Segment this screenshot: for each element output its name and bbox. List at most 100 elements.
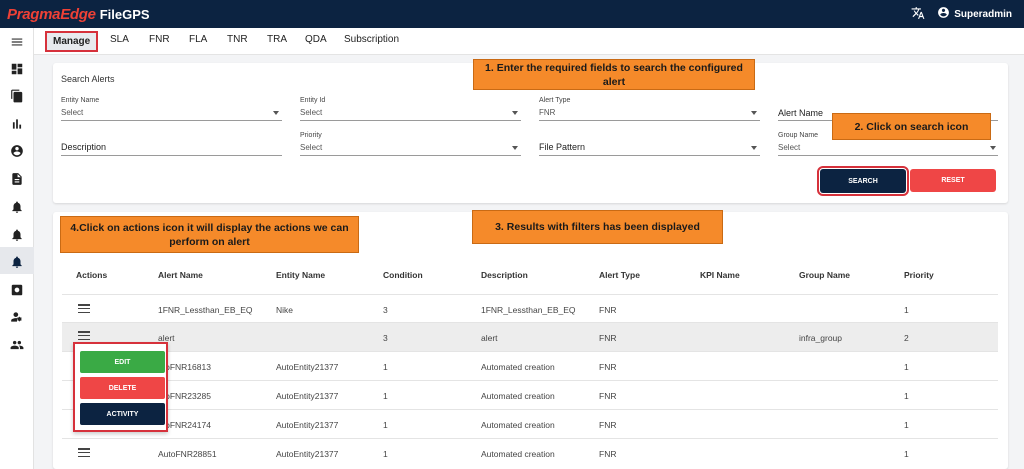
tab-tnr[interactable]: TNR: [227, 34, 248, 45]
cell-entity-name: AutoEntity21377: [276, 362, 339, 372]
actions-menu-icon[interactable]: [78, 448, 90, 457]
chevron-down-icon: [751, 111, 757, 115]
tab-fnr[interactable]: FNR: [149, 34, 170, 45]
priority-select[interactable]: Select: [300, 143, 322, 152]
cell-alert-type: FNR: [599, 420, 617, 430]
menu-icon[interactable]: [9, 34, 25, 50]
chevron-down-icon: [990, 146, 996, 150]
alert-type-select[interactable]: FNR: [539, 108, 555, 117]
bell-ring-icon[interactable]: [9, 199, 25, 215]
cell-priority: 1: [904, 362, 909, 372]
column-header-alert-name: Alert Name: [158, 270, 203, 280]
dashboard-icon[interactable]: [9, 61, 25, 77]
search-alerts-title: Search Alerts: [61, 74, 115, 84]
cell-alert-type: FNR: [599, 391, 617, 401]
group-name-label: Group Name: [778, 132, 819, 139]
alert-name-input[interactable]: Alert Name: [778, 108, 823, 118]
column-header-priority: Priority: [904, 270, 934, 280]
column-header-condition: Condition: [383, 270, 423, 280]
actions-popup-menu: EDIT DELETE ACTIVITY: [73, 342, 168, 432]
cell-description: alert: [481, 333, 498, 343]
edit-button[interactable]: EDIT: [80, 351, 165, 373]
description-underline: [61, 155, 282, 156]
cell-priority: 1: [904, 391, 909, 401]
chevron-down-icon: [512, 146, 518, 150]
entity-id-select[interactable]: Select: [300, 108, 322, 117]
actions-menu-icon[interactable]: [78, 331, 90, 340]
bar-chart-icon[interactable]: [9, 116, 25, 132]
cell-alert-type: FNR: [599, 362, 617, 372]
callout-step-4: 4.Click on actions icon it will display …: [60, 216, 359, 253]
column-header-description: Description: [481, 270, 528, 280]
cell-condition: 1: [383, 362, 388, 372]
cell-entity-name: AutoEntity21377: [276, 449, 339, 459]
cell-entity-name: AutoEntity21377: [276, 391, 339, 401]
settings-icon[interactable]: [9, 282, 25, 298]
column-header-kpi-name: KPI Name: [700, 270, 740, 280]
cell-priority: 1: [904, 305, 909, 315]
column-header-entity-name: Entity Name: [276, 270, 326, 280]
activity-button[interactable]: ACTIVITY: [80, 403, 165, 425]
priority-underline: [300, 155, 521, 156]
entity-id-underline: [300, 120, 521, 121]
column-header-alert-type: Alert Type: [599, 270, 640, 280]
tab-manage[interactable]: Manage: [45, 31, 99, 52]
brand-logo: PragmaEdge: [7, 5, 96, 23]
table-row: alert 3 alert FNR infra_group 2: [62, 323, 998, 352]
product-name: FileGPS: [99, 6, 150, 22]
entity-name-select[interactable]: Select: [61, 108, 83, 117]
user-settings-icon[interactable]: [9, 309, 25, 325]
tab-subscription[interactable]: Subscription: [344, 34, 399, 45]
cell-condition: 3: [383, 333, 388, 343]
account-circle-icon[interactable]: [9, 143, 25, 159]
cell-alert-type: FNR: [599, 333, 617, 343]
bell-icon[interactable]: [9, 227, 25, 243]
tab-tra[interactable]: TRA: [267, 34, 287, 45]
cell-description: 1FNR_Lessthan_EB_EQ: [481, 305, 576, 315]
translate-icon[interactable]: [911, 6, 925, 23]
file-pattern-select[interactable]: File Pattern: [539, 142, 585, 152]
tab-sla[interactable]: SLA: [110, 34, 129, 45]
active-alert-icon[interactable]: [9, 254, 25, 270]
copy-icon[interactable]: [9, 88, 25, 104]
priority-label: Priority: [300, 132, 322, 139]
cell-condition: 1: [383, 420, 388, 430]
table-row: utoFNR24174 AutoEntity21377 1 Automated …: [62, 410, 998, 439]
entity-id-label: Entity Id: [300, 97, 326, 104]
cell-condition: 1: [383, 391, 388, 401]
cell-description: Automated creation: [481, 362, 555, 372]
callout-step-3: 3. Results with filters has been display…: [472, 210, 723, 244]
alert-type-label: Alert Type: [539, 97, 571, 104]
account-circle-icon: [937, 6, 950, 22]
actions-menu-icon[interactable]: [78, 304, 90, 313]
cell-description: Automated creation: [481, 420, 555, 430]
file-icon[interactable]: [9, 171, 25, 187]
top-right-controls: Superadmin: [911, 0, 1012, 28]
chevron-down-icon: [512, 111, 518, 115]
cell-entity-name: AutoEntity21377: [276, 420, 339, 430]
table-row: utoFNR16813 AutoEntity21377 1 Automated …: [62, 352, 998, 381]
cell-alert-name: 1FNR_Lessthan_EB_EQ: [158, 305, 253, 315]
search-button[interactable]: SEARCH: [817, 166, 909, 196]
cell-condition: 3: [383, 305, 388, 315]
alert-type-underline: [539, 120, 760, 121]
cell-entity-name: Nike: [276, 305, 294, 315]
column-header-actions: Actions: [76, 270, 108, 280]
group-name-select[interactable]: Select: [778, 143, 800, 152]
chevron-down-icon: [751, 146, 757, 150]
user-menu[interactable]: Superadmin: [937, 6, 1012, 22]
description-input[interactable]: Description: [61, 142, 106, 152]
file-pattern-underline: [539, 155, 760, 156]
callout-step-1: 1. Enter the required fields to search t…: [473, 59, 755, 90]
cell-priority: 2: [904, 333, 909, 343]
delete-button[interactable]: DELETE: [80, 377, 165, 399]
group-name-underline: [778, 155, 998, 156]
group-icon[interactable]: [9, 337, 25, 353]
reset-button[interactable]: RESET: [910, 169, 996, 192]
table-row: utoFNR23285 AutoEntity21377 1 Automated …: [62, 381, 998, 410]
tab-qda[interactable]: QDA: [305, 34, 327, 45]
tab-fla[interactable]: FLA: [189, 34, 207, 45]
cell-alert-name: AutoFNR28851: [158, 449, 217, 459]
side-nav: [0, 28, 34, 469]
top-bar: PragmaEdge FileGPS Superadmin: [0, 0, 1024, 28]
